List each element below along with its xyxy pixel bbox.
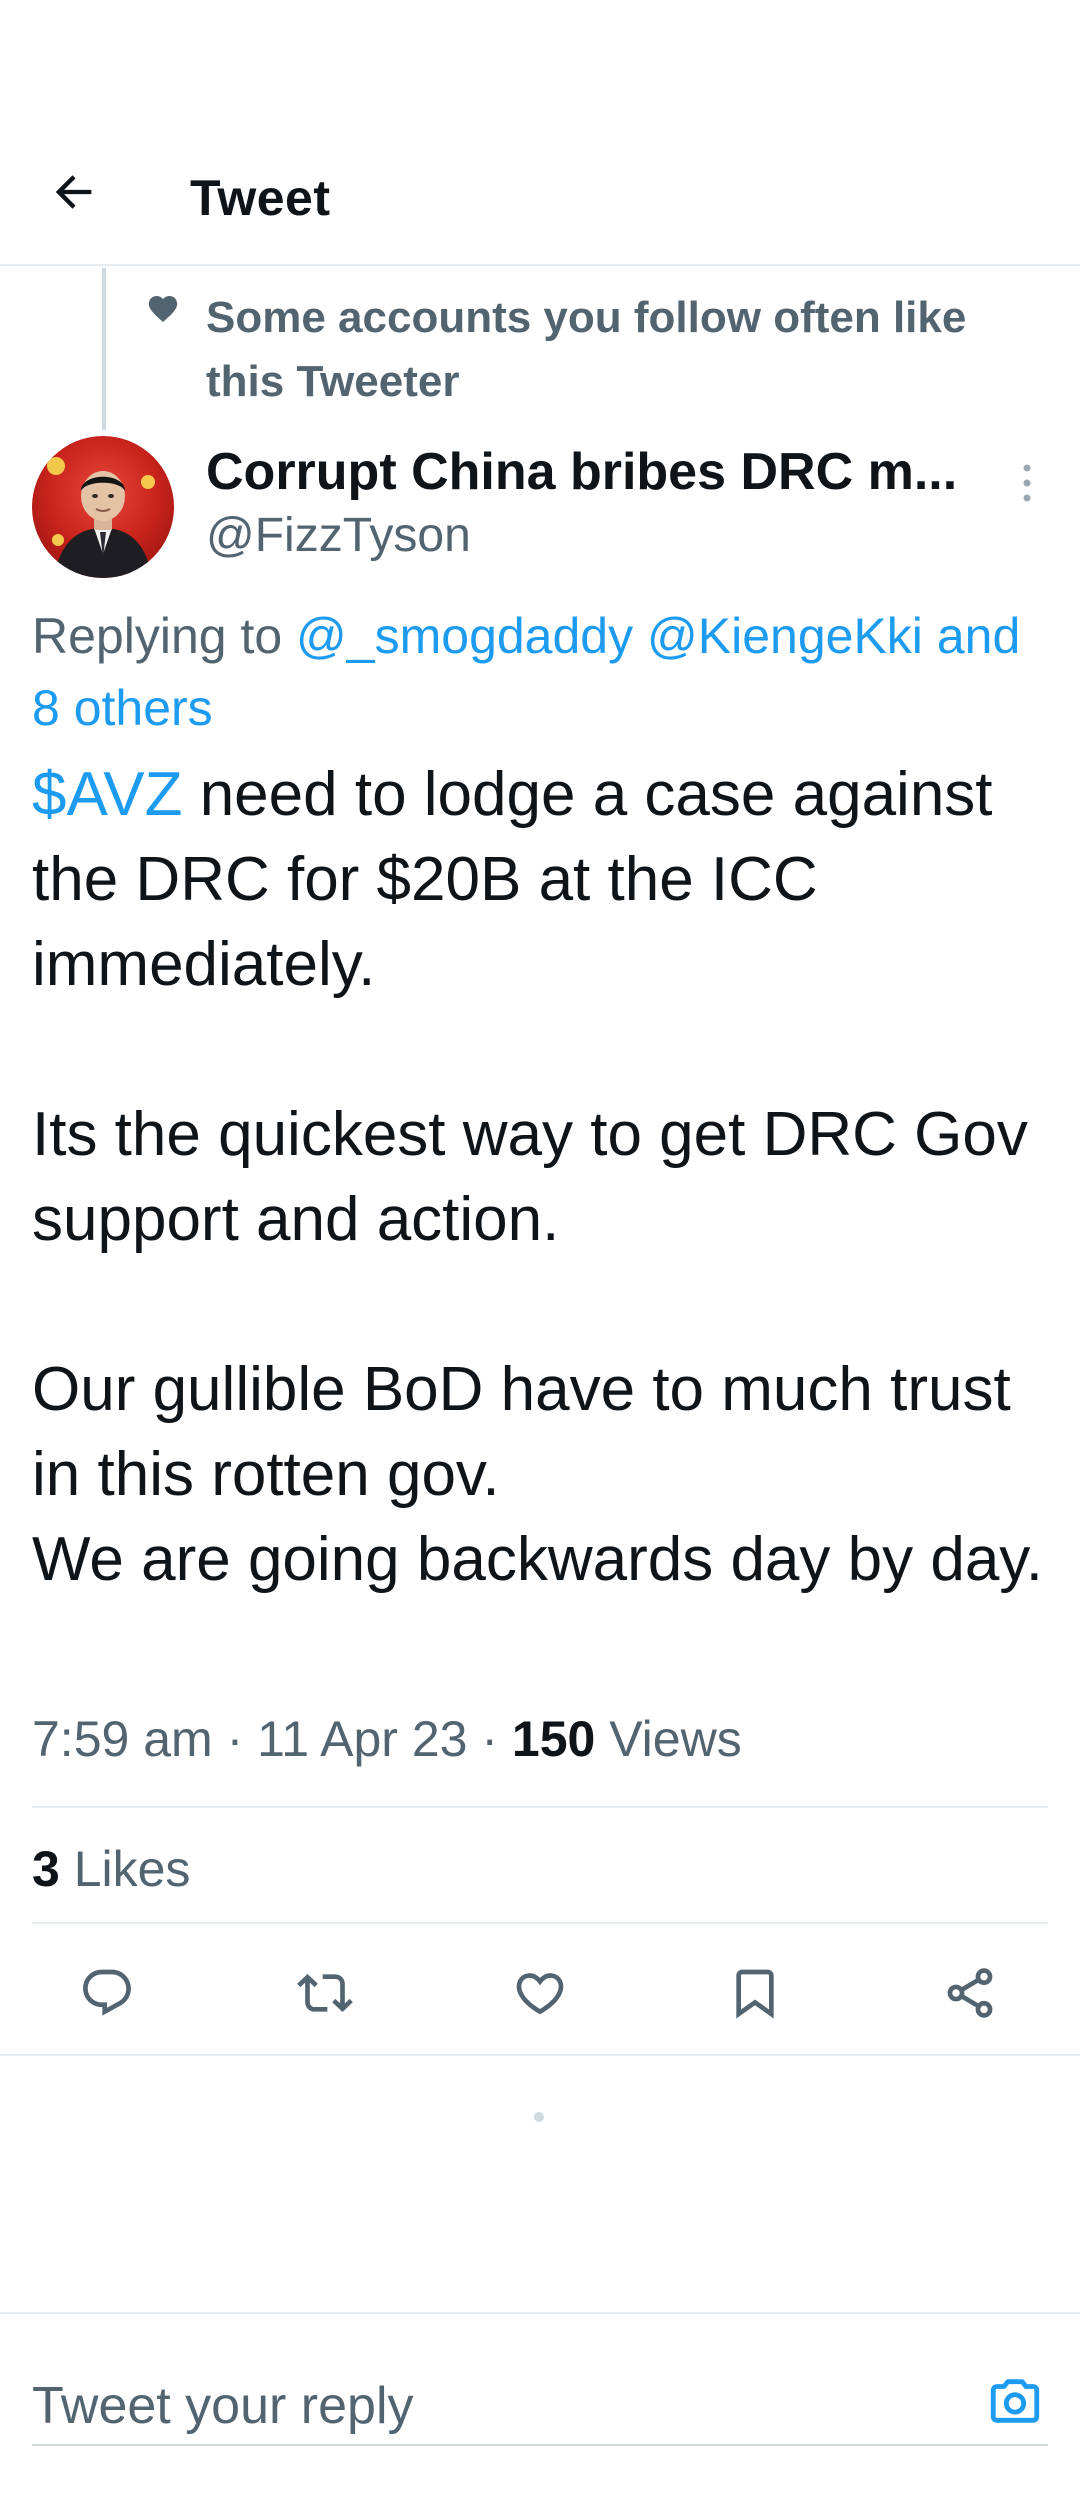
cashtag-link[interactable]: $AVZ [32, 760, 182, 829]
social-context-label: Some accounts you follow often like this… [206, 293, 967, 406]
retweet-button[interactable] [290, 1958, 360, 2028]
tweet-paragraph: We are going backwards day by day. [32, 1525, 1043, 1594]
avatar[interactable] [32, 436, 174, 578]
divider [32, 1922, 1048, 1924]
tweet-paragraph: $AVZ need to lodge a case against the DR… [32, 752, 1052, 1007]
replying-to: Replying to @_smogdaddy @KiengeKki and 8… [32, 600, 1052, 744]
like-button[interactable] [505, 1958, 575, 2028]
add-photo-button[interactable] [980, 2366, 1050, 2436]
more-vertical-icon [1023, 464, 1031, 502]
tweet-meta: 7:59 am · 11 Apr 23 · 150 Views [32, 1706, 1052, 1772]
scroll-indicator [534, 2112, 544, 2122]
thread-connector-line [102, 268, 106, 430]
views-label: Views [595, 1711, 742, 1767]
reply-icon [83, 1969, 131, 2016]
back-button[interactable] [42, 160, 106, 224]
page-title: Tweet [190, 170, 331, 226]
tweet-paragraph: Its the quickest way to get DRC Gov supp… [32, 1100, 1028, 1254]
reply-button[interactable] [72, 1958, 142, 2028]
tweet-detail-screen: Tweet Some accounts you follow often lik… [0, 0, 1080, 2520]
meta-separator: · [467, 1711, 512, 1767]
likes-count: 3 [32, 1841, 60, 1897]
tweet-time[interactable]: 7:59 am [32, 1711, 213, 1767]
tweet-text: $AVZ need to lodge a case against the DR… [32, 752, 1052, 1602]
more-options-button[interactable] [1012, 458, 1042, 508]
arrow-left-icon [55, 175, 92, 209]
bookmark-button[interactable] [720, 1958, 790, 2028]
top-bar: Tweet [0, 140, 1080, 266]
mention-link[interactable]: @_smogdaddy [296, 608, 633, 664]
likes-label: Likes [59, 1841, 191, 1897]
views-count: 150 [511, 1711, 596, 1767]
action-bar [0, 1936, 1080, 2056]
heart-icon [148, 295, 178, 323]
reply-input[interactable] [32, 2356, 932, 2456]
retweet-icon [297, 1974, 353, 2012]
like-icon [516, 1973, 564, 2015]
camera-icon [990, 2379, 1040, 2423]
mention-link[interactable]: @KiengeKki [647, 608, 923, 664]
share-icon [947, 1968, 993, 2018]
meta-separator: · [212, 1711, 258, 1767]
divider [32, 1806, 1048, 1808]
avatar-image [32, 436, 174, 578]
tweet-date[interactable]: 11 Apr 23 [257, 1711, 467, 1767]
likes-summary[interactable]: 3 Likes [32, 1836, 190, 1902]
replying-to-prefix: Replying to [32, 608, 297, 664]
author-handle[interactable]: @FizzTyson [206, 506, 471, 566]
tweet-paragraph: Our gullible BoD have to much trust in t… [32, 1355, 1011, 1509]
bookmark-icon [736, 1969, 774, 2019]
reply-input-underline [32, 2444, 1048, 2446]
reply-composer [0, 2312, 1080, 2520]
author-display-name[interactable]: Corrupt China bribes DRC m... [206, 442, 1006, 502]
share-button[interactable] [935, 1958, 1005, 2028]
